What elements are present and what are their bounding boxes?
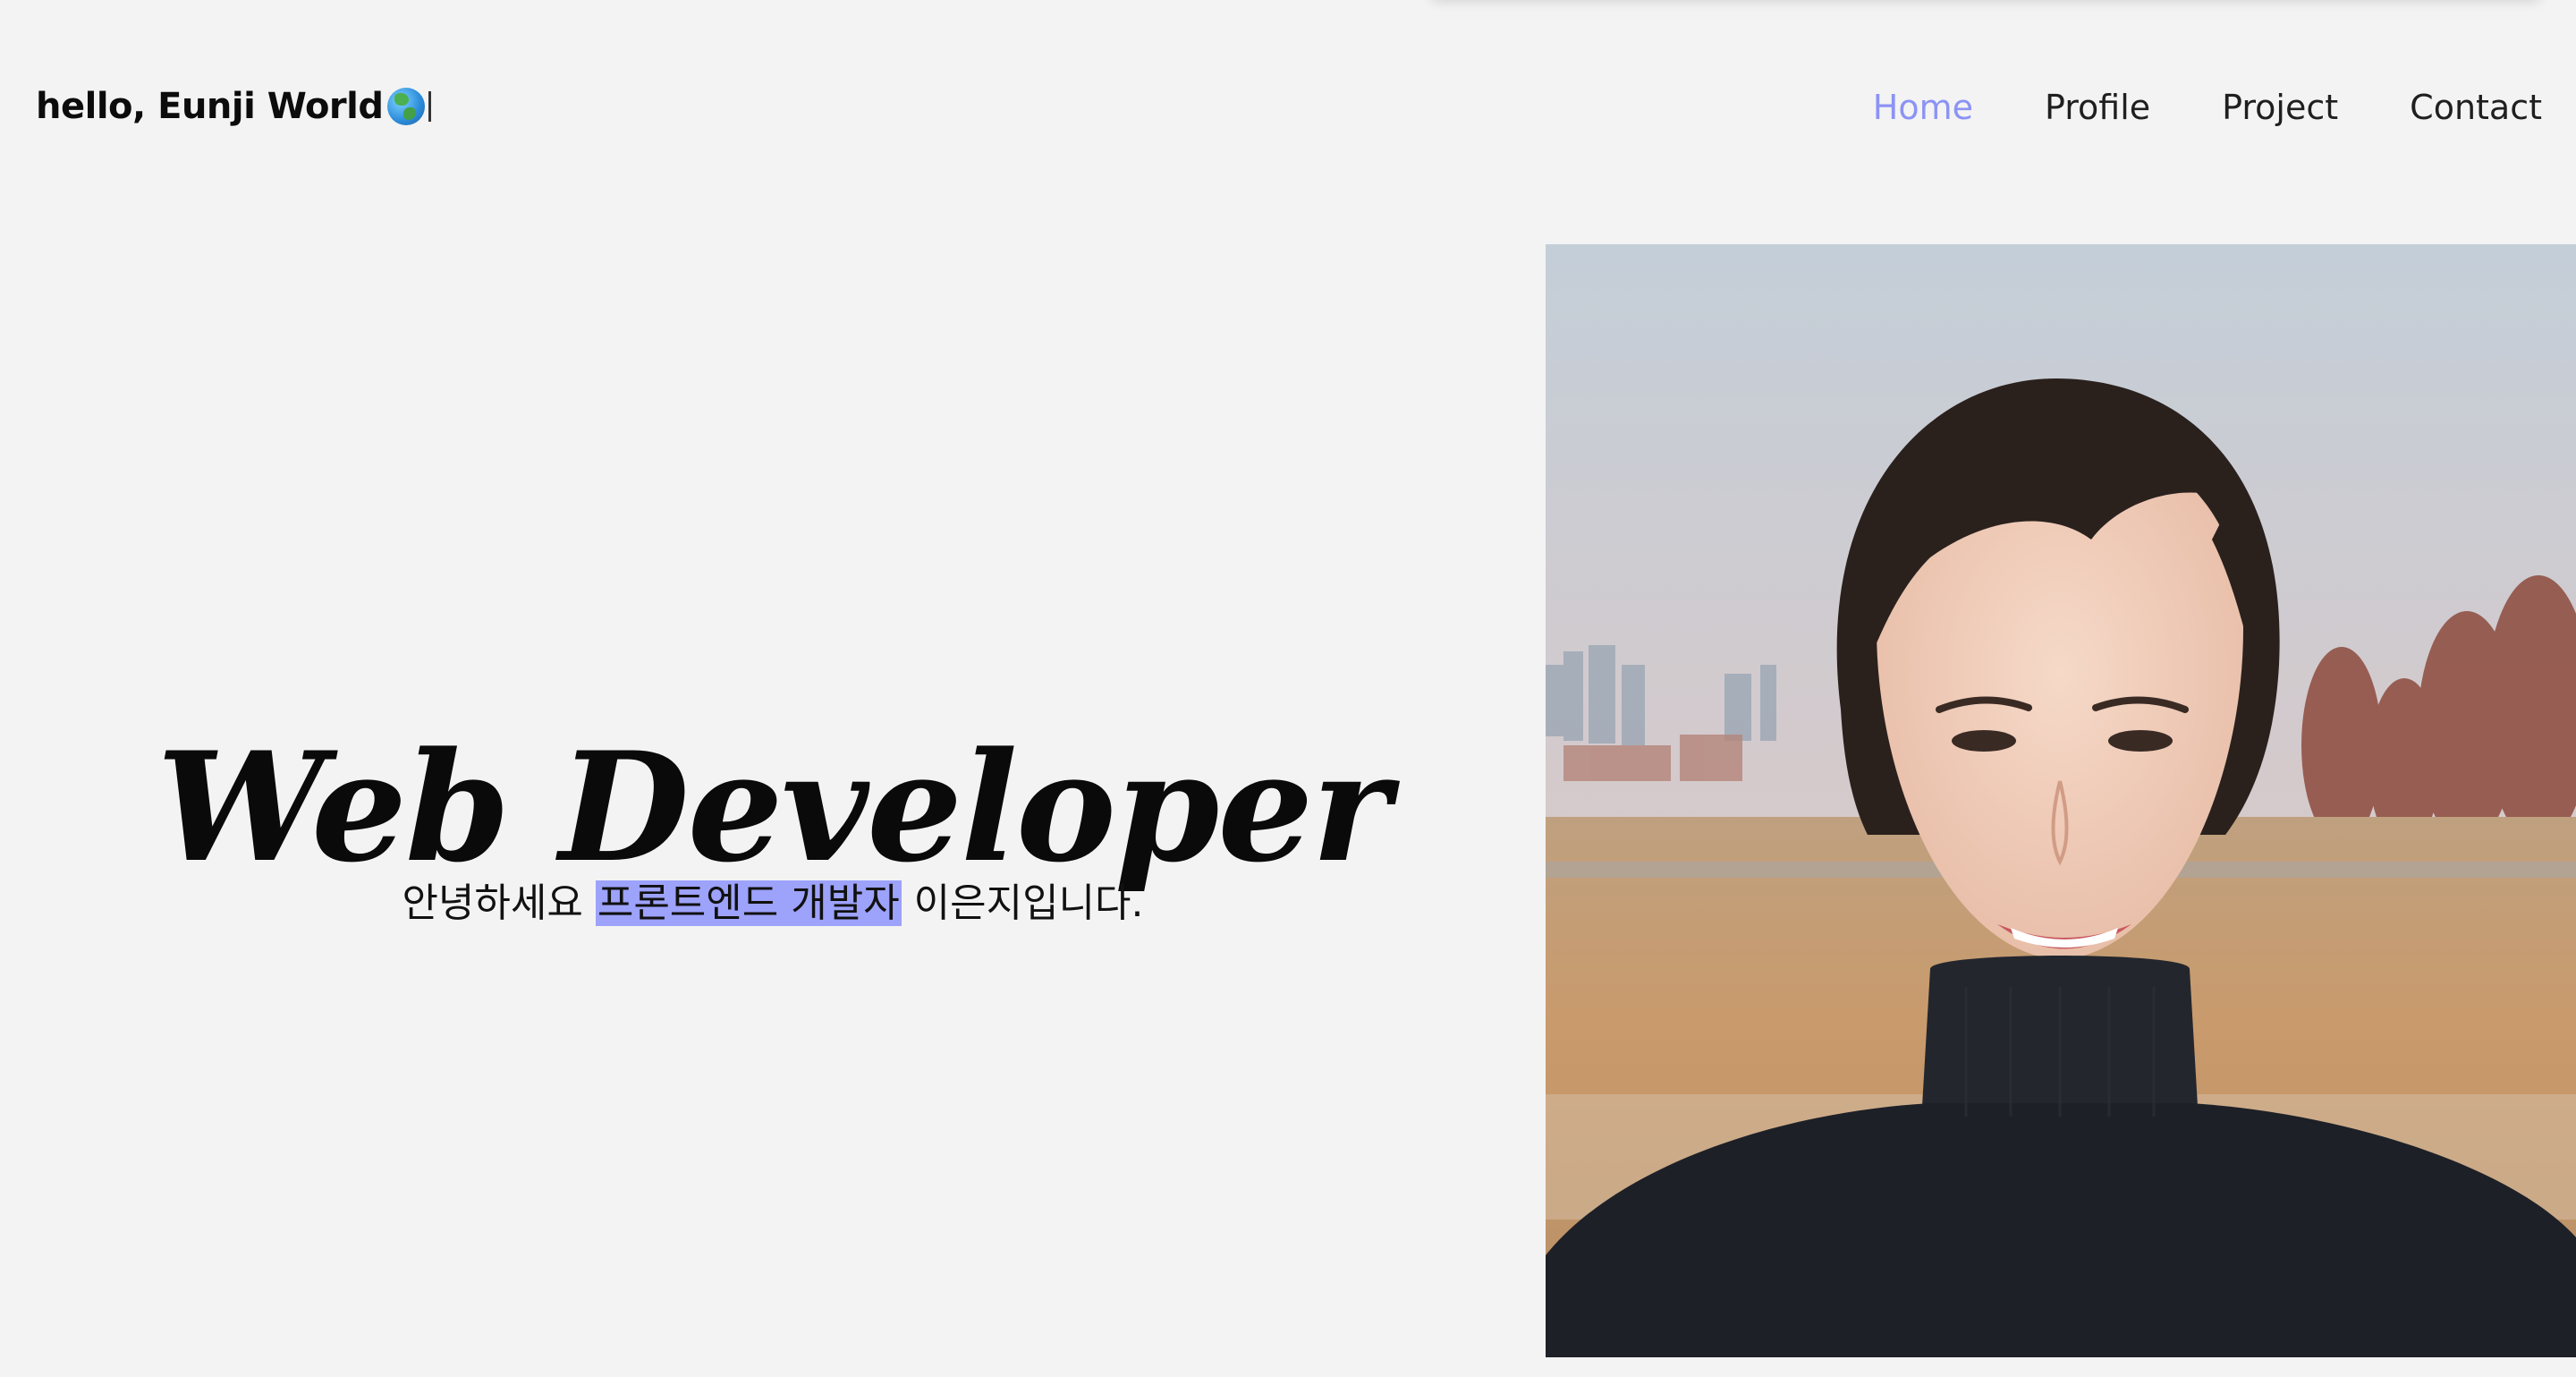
- typing-cursor: [428, 91, 431, 122]
- globe-icon: [386, 88, 425, 125]
- hero-subtitle: 안녕하세요 프론트엔드 개발자 이은지입니다.: [0, 880, 1546, 928]
- nav-item-contact[interactable]: Contact: [2410, 88, 2542, 127]
- subtitle-name: 이은지입니다.: [901, 880, 1144, 926]
- profile-photo: [1546, 244, 2576, 1357]
- main-nav: Home Profile Project Contact: [1801, 88, 2542, 127]
- nav-item-profile[interactable]: Profile: [2045, 88, 2150, 127]
- subtitle-greeting: 안녕하세요: [402, 880, 596, 926]
- logo-text: hello, Eunji World: [36, 86, 384, 127]
- page: hello, Eunji World Home Profile Project …: [0, 0, 2576, 1377]
- profile-photo-illustration: [1546, 244, 2576, 1357]
- nav-item-project[interactable]: Project: [2222, 88, 2338, 127]
- site-logo[interactable]: hello, Eunji World: [36, 86, 431, 127]
- hero-title: Web Developer: [157, 718, 1391, 896]
- subtitle-highlight: 프론트엔드 개발자: [595, 880, 902, 926]
- nav-item-home[interactable]: Home: [1873, 88, 1973, 127]
